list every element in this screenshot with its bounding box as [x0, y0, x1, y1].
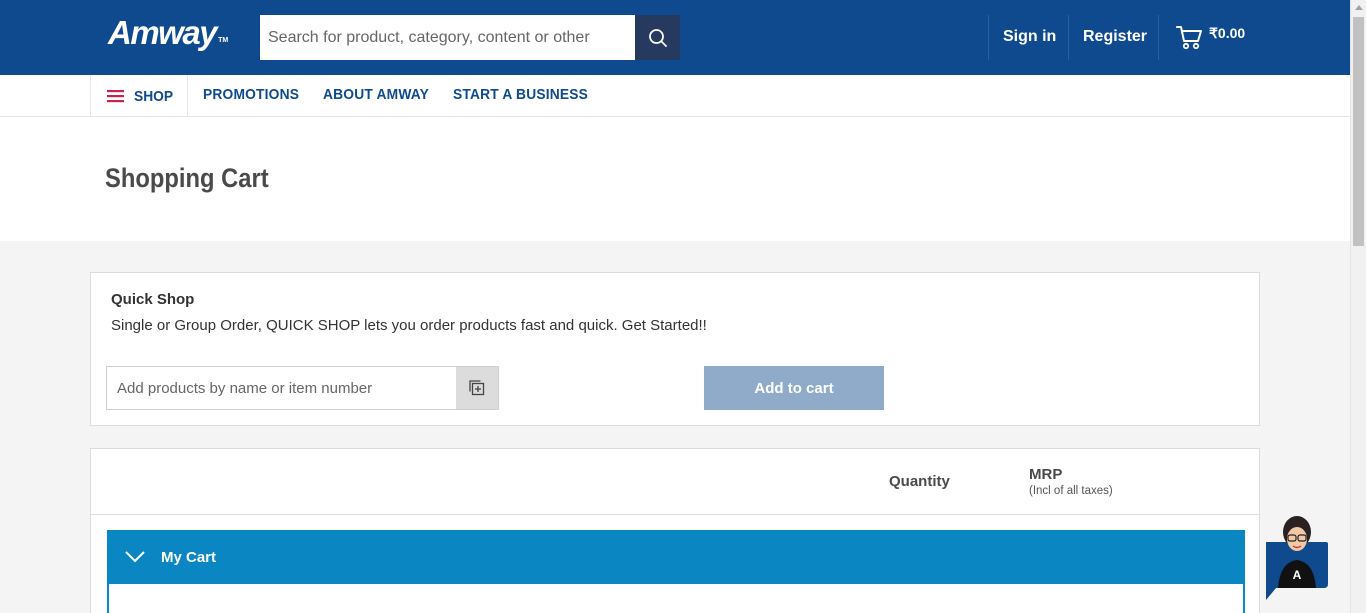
- add-to-cart-button[interactable]: Add to cart: [704, 366, 884, 410]
- header-divider: [1158, 15, 1159, 60]
- chat-assistant-avatar[interactable]: A: [1264, 512, 1330, 602]
- search-icon: [648, 28, 667, 47]
- page-scrollbar[interactable]: [1350, 0, 1366, 613]
- chevron-down-icon: [125, 551, 145, 563]
- hamburger-icon: [107, 89, 124, 102]
- sign-in-link[interactable]: Sign in: [1003, 28, 1056, 46]
- nav-shop-label: SHOP: [134, 87, 174, 105]
- quick-add-button[interactable]: [456, 367, 498, 409]
- header-divider: [988, 15, 989, 60]
- header-divider: [1068, 15, 1069, 60]
- my-cart-section-toggle[interactable]: My Cart: [107, 530, 1245, 584]
- search-button[interactable]: [635, 15, 680, 60]
- mini-cart-button[interactable]: ₹0.00: [1175, 23, 1245, 51]
- scroll-up-arrow[interactable]: [1355, 5, 1363, 10]
- logo-text: Amway: [108, 14, 218, 51]
- page-title-band: Shopping Cart: [0, 117, 1350, 241]
- nav-promotions[interactable]: PROMOTIONS: [203, 86, 299, 103]
- chat-avatar-illustration: A: [1266, 516, 1328, 600]
- search-bar: [260, 15, 680, 60]
- search-input[interactable]: [260, 15, 635, 60]
- cart-total: ₹0.00: [1209, 24, 1246, 41]
- add-to-list-icon: [469, 380, 485, 396]
- logo-tm: TM: [218, 37, 229, 44]
- quick-shop-panel: Quick Shop Single or Group Order, QUICK …: [90, 272, 1260, 426]
- main-nav: SHOP PROMOTIONS ABOUT AMWAY START A BUSI…: [0, 75, 1350, 117]
- column-mrp-note: (Incl of all taxes): [1029, 485, 1113, 497]
- scroll-thumb[interactable]: [1353, 17, 1364, 246]
- quick-shop-title: Quick Shop: [111, 291, 195, 308]
- quick-shop-input[interactable]: [107, 367, 456, 409]
- my-cart-label: My Cart: [161, 548, 217, 566]
- column-mrp: MRP: [1029, 466, 1063, 483]
- my-cart-body: [107, 584, 1245, 613]
- amway-logo[interactable]: Amway TM: [108, 14, 229, 52]
- top-header: AmwayTM Sign in Register ₹0.00: [0, 0, 1350, 75]
- column-quantity: Quantity: [889, 473, 950, 490]
- cart-table: Quantity MRP (Incl of all taxes) My Cart: [90, 448, 1260, 613]
- nav-shop-menu[interactable]: SHOP: [90, 75, 188, 117]
- cart-table-header: Quantity MRP (Incl of all taxes): [91, 449, 1259, 515]
- svg-text:A: A: [1293, 568, 1302, 582]
- cart-icon: [1176, 26, 1202, 50]
- nav-about-amway[interactable]: ABOUT AMWAY: [323, 86, 429, 103]
- nav-start-a-business[interactable]: START A BUSINESS: [453, 86, 588, 103]
- quick-shop-input-group: [106, 366, 499, 410]
- page-title: Shopping Cart: [105, 163, 269, 193]
- register-link[interactable]: Register: [1083, 28, 1147, 46]
- quick-shop-description: Single or Group Order, QUICK SHOP lets y…: [111, 317, 707, 334]
